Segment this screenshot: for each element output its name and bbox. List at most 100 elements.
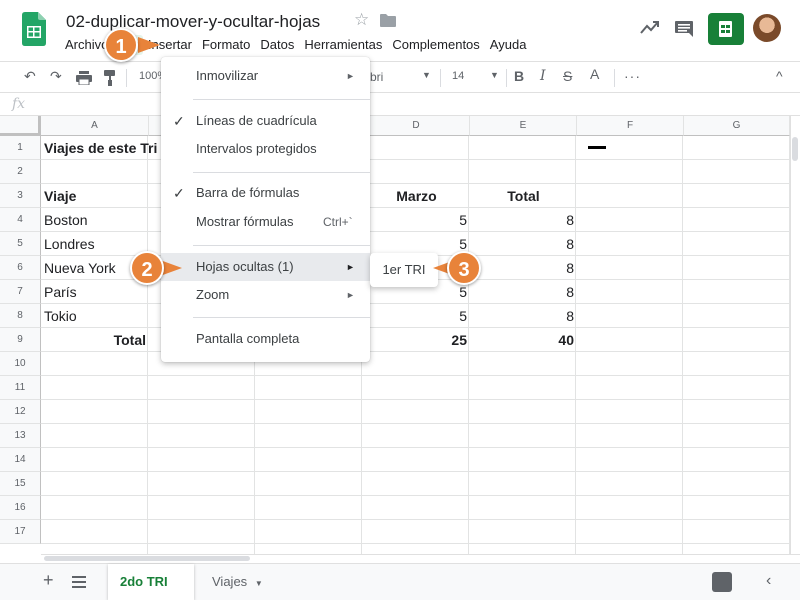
check-icon: ✓ (173, 113, 185, 129)
vertical-scrollbar[interactable] (790, 116, 800, 554)
cell-e3[interactable]: Total (470, 184, 577, 208)
menu-separator (193, 99, 370, 100)
cell-e9[interactable]: 40 (470, 328, 577, 352)
bold-icon[interactable]: B (514, 68, 524, 84)
row-header[interactable]: 5 (0, 232, 41, 256)
horizontal-scroll-thumb[interactable] (44, 556, 250, 561)
row-header[interactable]: 8 (0, 304, 41, 328)
menu-item-mostrar-formulas[interactable]: Mostrar fórmulas Ctrl+` (161, 208, 370, 236)
activity-trend-icon[interactable] (640, 20, 660, 34)
step-callout-2: 2 (130, 251, 164, 285)
explore-icon[interactable] (712, 572, 732, 592)
sheets-logo-icon[interactable] (22, 12, 46, 46)
menu-ayuda[interactable]: Ayuda (485, 35, 532, 55)
cell-a7[interactable]: París (41, 280, 149, 304)
column-header-g[interactable]: G (684, 116, 790, 136)
menu-complementos[interactable]: Complementos (387, 35, 484, 55)
menu-item-barra-formulas[interactable]: ✓ Barra de fórmulas (161, 179, 370, 207)
column-header-f[interactable]: F (577, 116, 684, 136)
column-header-e[interactable]: E (470, 116, 577, 136)
submenu-arrow-icon: ► (346, 71, 355, 81)
print-icon[interactable] (76, 71, 92, 85)
select-all-corner[interactable] (0, 116, 41, 136)
menu-herramientas[interactable]: Herramientas (299, 35, 387, 55)
cell-e4[interactable]: 8 (470, 208, 577, 232)
menu-item-lineas-cuadricula[interactable]: ✓ Líneas de cuadrícula (161, 107, 370, 135)
cell-e6[interactable]: 8 (470, 256, 577, 280)
cell-d9[interactable]: 25 (363, 328, 470, 352)
cell-d4[interactable]: 5 (363, 208, 470, 232)
row-header[interactable]: 1 (0, 136, 41, 160)
strikethrough-icon[interactable]: S (563, 68, 572, 84)
column-header-d[interactable]: D (363, 116, 470, 136)
collapse-toolbar-icon[interactable]: ^ (776, 68, 783, 84)
cell-a3[interactable]: Viaje (41, 184, 149, 208)
menu-item-label: Hojas ocultas (1) (196, 259, 294, 274)
cell-e7[interactable]: 8 (470, 280, 577, 304)
column-header-a[interactable]: A (41, 116, 149, 136)
redo-icon[interactable]: ↷ (50, 68, 62, 85)
spreadsheet-grid[interactable]: A B C D E F G 1 2 3 4 5 6 7 8 9 10 11 12… (0, 116, 790, 554)
row-header[interactable]: 11 (0, 376, 41, 400)
cell-a4[interactable]: Boston (41, 208, 149, 232)
submenu-arrow-icon: ► (346, 262, 355, 272)
font-select[interactable]: bri (370, 70, 383, 84)
row-header[interactable]: 6 (0, 256, 41, 280)
row-header[interactable]: 15 (0, 472, 41, 496)
step-callout-1: 1 (104, 28, 138, 62)
menu-formato[interactable]: Formato (197, 35, 255, 55)
row-header[interactable]: 12 (0, 400, 41, 424)
menu-item-inmovilizar[interactable]: Inmovilizar ► (161, 62, 370, 90)
comment-icon[interactable] (674, 20, 694, 38)
folder-icon[interactable] (380, 14, 396, 27)
italic-icon[interactable]: I (540, 68, 546, 84)
row-header[interactable]: 16 (0, 496, 41, 520)
font-size-select[interactable]: 14 (452, 70, 464, 82)
row-header[interactable]: 14 (0, 448, 41, 472)
view-menu-dropdown: Inmovilizar ► ✓ Líneas de cuadrícula Int… (161, 57, 370, 362)
row-header[interactable]: 2 (0, 160, 41, 184)
hidden-sheet-item-1er-tri[interactable]: 1er TRI (382, 262, 425, 277)
cell-d8[interactable]: 5 (363, 304, 470, 328)
font-size-dropdown-icon[interactable]: ▼ (490, 70, 499, 80)
row-header[interactable]: 7 (0, 280, 41, 304)
formula-bar[interactable]: fx (0, 94, 800, 116)
sheet-tab-label: Viajes (212, 574, 248, 589)
sheet-tab-2do-tri[interactable]: 2do TRI ▼ (108, 564, 194, 600)
cell-e8[interactable]: 8 (470, 304, 577, 328)
share-button[interactable] (708, 13, 744, 45)
cell-d3[interactable]: Marzo (363, 184, 470, 208)
font-dropdown-icon[interactable]: ▼ (422, 70, 431, 80)
cell-a8[interactable]: Tokio (41, 304, 149, 328)
row-header[interactable]: 9 (0, 328, 41, 352)
menu-separator (193, 245, 370, 246)
undo-icon[interactable]: ↶ (24, 68, 36, 85)
sheet-tab-label: 2do TRI (120, 574, 168, 589)
menu-item-hojas-ocultas[interactable]: Hojas ocultas (1) ► (161, 253, 370, 281)
user-avatar[interactable] (753, 14, 781, 42)
menu-item-intervalos-protegidos[interactable]: Intervalos protegidos (161, 135, 370, 163)
vertical-scroll-thumb[interactable] (792, 137, 798, 161)
sheet-tab-viajes[interactable]: Viajes ▼ (200, 564, 275, 600)
text-color-icon[interactable]: A (590, 66, 599, 82)
row-header[interactable]: 13 (0, 424, 41, 448)
row-header[interactable]: 3 (0, 184, 41, 208)
cell-a5[interactable]: Londres (41, 232, 149, 256)
more-options-icon[interactable]: ··· (624, 68, 641, 84)
cell-a9[interactable]: Total (41, 328, 149, 352)
collapse-side-panel-icon[interactable]: ‹ (766, 572, 771, 590)
menu-item-pantalla-completa[interactable]: Pantalla completa (161, 325, 370, 353)
menu-insertar[interactable]: Insertar (143, 35, 197, 55)
add-sheet-icon[interactable]: + (43, 570, 54, 591)
all-sheets-icon[interactable] (72, 576, 86, 588)
paint-format-icon[interactable] (104, 70, 116, 86)
menu-datos[interactable]: Datos (255, 35, 299, 55)
row-header[interactable]: 4 (0, 208, 41, 232)
row-header[interactable]: 10 (0, 352, 41, 376)
document-title[interactable]: 02-duplicar-mover-y-ocultar-hojas (66, 12, 320, 32)
menu-item-label: Mostrar fórmulas (196, 214, 294, 229)
star-icon[interactable]: ☆ (354, 10, 369, 30)
row-header[interactable]: 17 (0, 520, 41, 544)
cell-e5[interactable]: 8 (470, 232, 577, 256)
menu-item-zoom[interactable]: Zoom ► (161, 281, 370, 309)
